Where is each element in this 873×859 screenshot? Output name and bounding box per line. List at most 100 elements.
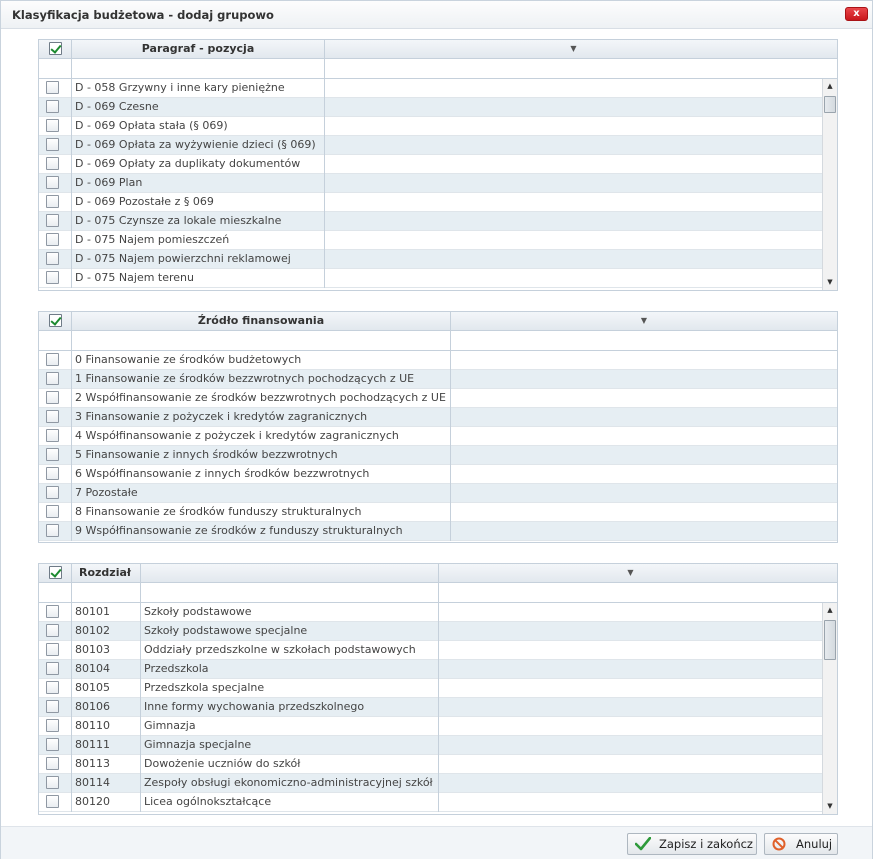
cell-rozdzial-code: 80105 [72, 679, 141, 698]
triangle-down-icon[interactable]: ▼ [451, 312, 837, 330]
table-row[interactable]: 80111 Gimnazja specjalne [39, 736, 837, 755]
row-checkbox[interactable] [46, 605, 59, 618]
filter-input-zrodlo[interactable] [72, 331, 451, 351]
cell-paragraf: D - 075 Najem terenu [72, 269, 325, 288]
table-row[interactable]: 80114 Zespoły obsługi ekonomiczno-adminis… [39, 774, 837, 793]
scroll-up-icon[interactable]: ▲ [823, 79, 837, 93]
row-checkbox[interactable] [46, 662, 59, 675]
table-row[interactable]: 9 Współfinansowanie ze środków z fundusz… [39, 522, 837, 541]
row-checkbox[interactable] [46, 624, 59, 637]
filter-input-paragraf[interactable] [72, 59, 325, 79]
row-checkbox[interactable] [46, 372, 59, 385]
table-row[interactable]: D - 069 Opłaty za duplikaty dokumentów [39, 155, 837, 174]
row-checkbox[interactable] [46, 195, 59, 208]
dialog-titlebar[interactable]: Klasyfikacja budżetowa - dodaj grupowo x [1, 1, 872, 29]
row-checkbox[interactable] [46, 467, 59, 480]
table-row[interactable]: D - 075 Najem terenu [39, 269, 837, 288]
row-checkbox[interactable] [46, 391, 59, 404]
table-row[interactable]: D - 075 Najem pomieszczeń [39, 231, 837, 250]
row-checkbox[interactable] [46, 119, 59, 132]
table-row[interactable]: 80104 Przedszkola [39, 660, 837, 679]
table-row[interactable]: 6 Współfinansowanie z innych środków bez… [39, 465, 837, 484]
table-row[interactable]: 80105 Przedszkola specjalne [39, 679, 837, 698]
row-checkbox[interactable] [46, 233, 59, 246]
scroll-up-icon[interactable]: ▲ [823, 603, 837, 617]
table-row[interactable]: 7 Pozostałe [39, 484, 837, 503]
column-header-rozdzial[interactable]: Rozdział [72, 564, 141, 582]
table-row[interactable]: 4 Współfinansowanie z pożyczek i kredytó… [39, 427, 837, 446]
scroll-thumb[interactable] [824, 96, 836, 113]
cell-rozdzial-code: 80110 [72, 717, 141, 736]
table-row[interactable]: 1 Finansowanie ze środków bezzwrotnych p… [39, 370, 837, 389]
table-row[interactable]: D - 075 Najem powierzchni reklamowej [39, 250, 837, 269]
row-checkbox[interactable] [46, 353, 59, 366]
row-checkbox[interactable] [46, 505, 59, 518]
table-row[interactable]: 80120 Licea ogólnokształcące [39, 793, 837, 812]
table-row[interactable]: D - 075 Czynsze za lokale mieszkalne [39, 212, 837, 231]
table-row[interactable]: 80101 Szkoły podstawowe [39, 603, 837, 622]
row-checkbox[interactable] [46, 681, 59, 694]
table-row[interactable]: D - 069 Plan [39, 174, 837, 193]
table-row[interactable]: 80106 Inne formy wychowania przedszkolneg… [39, 698, 837, 717]
row-checkbox[interactable] [46, 81, 59, 94]
save-and-close-button[interactable]: Zapisz i zakończ [627, 833, 757, 855]
table-row[interactable]: 80102 Szkoły podstawowe specjalne [39, 622, 837, 641]
row-checkbox[interactable] [46, 157, 59, 170]
scroll-down-icon[interactable]: ▼ [823, 275, 837, 289]
triangle-down-icon[interactable]: ▼ [439, 564, 822, 582]
scroll-thumb[interactable] [824, 620, 836, 660]
row-checkbox[interactable] [46, 738, 59, 751]
cell-rozdzial-name: Szkoły podstawowe [141, 603, 439, 622]
table-row[interactable]: D - 058 Grzywny i inne kary pieniężne [39, 79, 837, 98]
table-row[interactable]: 5 Finansowanie z innych środków bezzwrot… [39, 446, 837, 465]
select-all-checkbox[interactable] [49, 42, 62, 55]
row-checkbox[interactable] [46, 486, 59, 499]
close-button[interactable]: x [845, 7, 868, 21]
row-checkbox[interactable] [46, 100, 59, 113]
table-row[interactable]: 0 Finansowanie ze środków budżetowych [39, 351, 837, 370]
select-all-checkbox[interactable] [49, 314, 62, 327]
column-header-zrodlo[interactable]: Źródło finansowania [72, 312, 451, 330]
select-all-cell [39, 40, 72, 58]
triangle-down-icon[interactable]: ▼ [325, 40, 822, 58]
row-checkbox[interactable] [46, 719, 59, 732]
cell-rozdzial-code: 80106 [72, 698, 141, 717]
row-checkbox[interactable] [46, 252, 59, 265]
row-checkbox[interactable] [46, 795, 59, 808]
column-header-paragraf[interactable]: Paragraf - pozycja [72, 40, 325, 58]
row-checkbox-cell [39, 427, 72, 446]
table-row[interactable]: 80110 Gimnazja [39, 717, 837, 736]
row-checkbox[interactable] [46, 700, 59, 713]
table-row[interactable]: D - 069 Opłata za wyżywienie dzieci (§ 0… [39, 136, 837, 155]
table-row[interactable]: 8 Finansowanie ze środków funduszy struk… [39, 503, 837, 522]
table-row[interactable]: 3 Finansowanie z pożyczek i kredytów zag… [39, 408, 837, 427]
table-row[interactable]: 2 Współfinansowanie ze środków bezzwrotn… [39, 389, 837, 408]
row-checkbox[interactable] [46, 271, 59, 284]
row-checkbox[interactable] [46, 524, 59, 537]
column-header-name[interactable] [141, 564, 439, 582]
table-row[interactable]: D - 069 Opłata stała (§ 069) [39, 117, 837, 136]
row-checkbox[interactable] [46, 776, 59, 789]
row-checkbox-cell [39, 98, 72, 117]
row-checkbox[interactable] [46, 410, 59, 423]
cancel-button[interactable]: Anuluj [764, 833, 838, 855]
select-all-checkbox[interactable] [49, 566, 62, 579]
table-row[interactable]: D - 069 Pozostałe z § 069 [39, 193, 837, 212]
table-row[interactable]: D - 069 Czesne [39, 98, 837, 117]
paragraf-rows: D - 058 Grzywny i inne kary pieniężne D -… [39, 79, 837, 290]
row-checkbox-cell [39, 446, 72, 465]
scrollbar[interactable]: ▲ ▼ [822, 79, 837, 290]
filter-input-name[interactable] [141, 583, 439, 603]
table-row[interactable]: 80113 Dowożenie uczniów do szkół [39, 755, 837, 774]
filter-input-rozdzial[interactable] [72, 583, 141, 603]
row-checkbox[interactable] [46, 138, 59, 151]
row-checkbox[interactable] [46, 214, 59, 227]
row-checkbox[interactable] [46, 448, 59, 461]
scroll-down-icon[interactable]: ▼ [823, 799, 837, 813]
row-checkbox[interactable] [46, 176, 59, 189]
row-checkbox[interactable] [46, 429, 59, 442]
scrollbar[interactable]: ▲ ▼ [822, 603, 837, 814]
table-row[interactable]: 80103 Oddziały przedszkolne w szkołach po… [39, 641, 837, 660]
row-checkbox[interactable] [46, 643, 59, 656]
row-checkbox[interactable] [46, 757, 59, 770]
